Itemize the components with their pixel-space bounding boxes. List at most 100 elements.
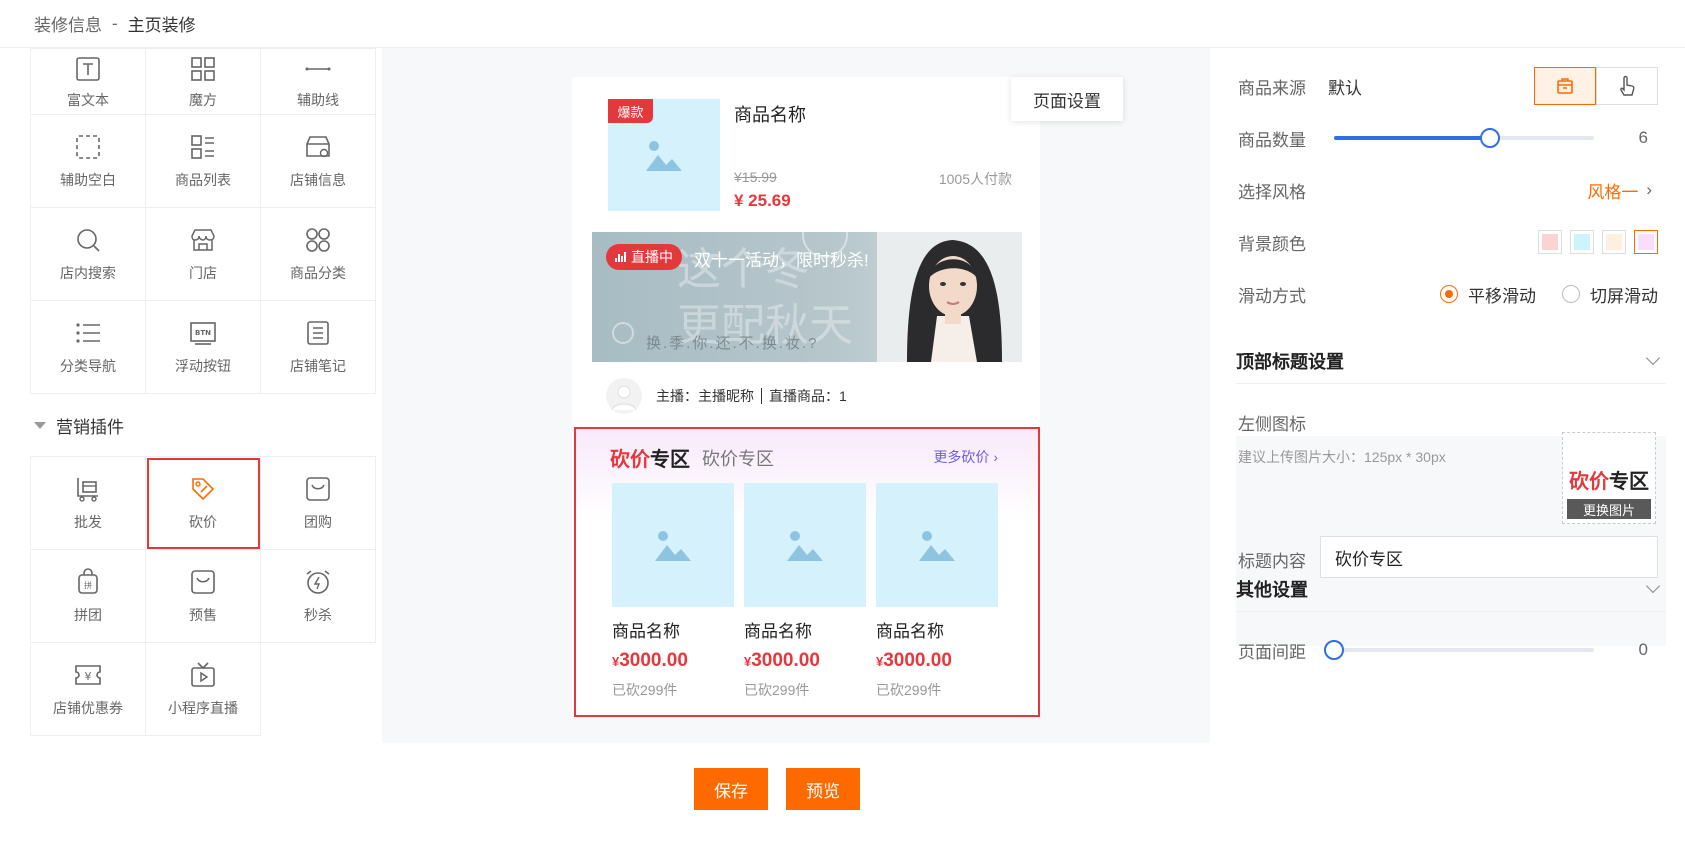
- more-bargain-link[interactable]: 更多砍价 ›: [933, 447, 998, 467]
- manual-source-button[interactable]: [1596, 67, 1658, 105]
- product-card[interactable]: 爆款 商品名称 ¥15.99 1005人付款 ¥ 25.69: [608, 99, 1012, 214]
- component-pintuan[interactable]: 拼 拼团: [31, 550, 146, 643]
- price-value: 3000.00: [619, 650, 688, 671]
- component-rich-text[interactable]: 富文本: [31, 49, 146, 115]
- page-margin-label: 页面间距: [1238, 642, 1306, 662]
- swatch-fill: [1574, 234, 1590, 250]
- avatar: [606, 378, 642, 414]
- component-wholesale[interactable]: 批发: [31, 457, 146, 550]
- component-store[interactable]: 门店: [146, 208, 261, 301]
- slider-knob[interactable]: [1324, 640, 1344, 660]
- component-label: 魔方: [189, 91, 217, 108]
- marketing-group-title: 营销插件: [56, 417, 124, 437]
- component-presale[interactable]: 预售: [146, 550, 261, 643]
- bargain-logo: 砍价专区: [610, 443, 690, 472]
- chevron-right-icon: ›: [1646, 180, 1652, 199]
- bargain-item-name: 商品名称: [612, 622, 680, 641]
- top-title-section-header[interactable]: 顶部标题设置: [1236, 338, 1666, 384]
- component-blank-space[interactable]: 辅助空白: [31, 115, 146, 208]
- color-swatch[interactable]: [1538, 230, 1562, 254]
- save-button[interactable]: 保存: [694, 768, 768, 810]
- product-name: 商品名称: [734, 105, 806, 125]
- left-icon-upload[interactable]: 砍价专区 更换图片: [1562, 432, 1656, 524]
- color-swatch[interactable]: [1570, 230, 1594, 254]
- component-label: 富文本: [67, 91, 109, 108]
- image-placeholder-icon: [646, 141, 682, 171]
- mini-live-tv-icon: [188, 660, 218, 690]
- marketing-group-toggle[interactable]: 营销插件: [30, 394, 376, 456]
- bargain-item[interactable]: 商品名称 ¥3000.00 已砍299件: [876, 483, 998, 700]
- slider-knob[interactable]: [1480, 128, 1500, 148]
- left-icon-label: 左侧图标: [1238, 414, 1306, 434]
- flash-sale-alarm-icon: [303, 567, 333, 597]
- bargain-zone-module[interactable]: 砍价专区 砍价专区 更多砍价 › 商品名称 ¥3000.00 已砍299件 商品…: [574, 427, 1040, 717]
- swatch-fill: [1606, 234, 1622, 250]
- component-product-list[interactable]: 商品列表: [146, 115, 261, 208]
- component-float-button[interactable]: BTN 浮动按钮: [146, 301, 261, 394]
- bargain-item-cut: 已砍299件: [744, 682, 810, 698]
- logo-a: 砍价: [1569, 471, 1609, 493]
- caret-down-icon: [34, 421, 46, 429]
- component-shop-coupon[interactable]: ¥ 店铺优惠券: [31, 643, 146, 736]
- component-group-buy[interactable]: 团购: [261, 457, 376, 550]
- svg-text:BTN: BTN: [195, 329, 211, 337]
- price-value: 3000.00: [751, 650, 820, 671]
- component-label: 辅助线: [297, 91, 339, 108]
- page-margin-value: 0: [1638, 640, 1648, 659]
- radio-label: 切屏滑动: [1590, 286, 1658, 306]
- component-magic-cube[interactable]: 魔方: [146, 49, 261, 115]
- bargain-item-name: 商品名称: [876, 622, 944, 641]
- source-mode-toggle: [1534, 67, 1658, 105]
- bargain-item[interactable]: 商品名称 ¥3000.00 已砍299件: [612, 483, 734, 700]
- component-divider-line[interactable]: 辅助线: [261, 49, 376, 115]
- count-slider[interactable]: [1334, 128, 1594, 148]
- bargain-item-price: ¥3000.00: [876, 650, 998, 672]
- color-swatch[interactable]: [1602, 230, 1626, 254]
- page-setting-button[interactable]: 页面设置: [1011, 77, 1123, 121]
- marketing-component-grid: 批发 砍价 团购 拼 拼团 预售 秒杀 ¥ 店铺优惠券 小程序直播: [30, 456, 376, 736]
- price-value: 3000.00: [883, 650, 952, 671]
- product-image-placeholder: [876, 483, 998, 607]
- bargain-item[interactable]: 商品名称 ¥3000.00 已砍299件: [744, 483, 866, 700]
- color-swatch[interactable]: [1634, 230, 1658, 254]
- component-in-shop-search[interactable]: 店内搜索: [31, 208, 146, 301]
- component-product-category[interactable]: 商品分类: [261, 208, 376, 301]
- style-row[interactable]: 选择风格 风格一 ›: [1238, 170, 1658, 210]
- bargain-logo-preview: 砍价专区: [1569, 465, 1649, 494]
- scroll-option-slide[interactable]: 平移滑动: [1440, 282, 1536, 307]
- image-placeholder-icon: [919, 531, 955, 561]
- component-flash-sale[interactable]: 秒杀: [261, 550, 376, 643]
- component-mini-program-live[interactable]: 小程序直播: [146, 643, 261, 736]
- wholesale-icon: [73, 474, 103, 504]
- change-image-button[interactable]: 更换图片: [1567, 499, 1651, 519]
- chevron-down-icon: [1645, 350, 1661, 365]
- component-shop-info[interactable]: 店铺信息: [261, 115, 376, 208]
- shop-info-icon: [303, 132, 333, 162]
- section-title: 顶部标题设置: [1236, 351, 1344, 372]
- breadcrumb-parent[interactable]: 装修信息: [34, 11, 102, 36]
- live-bars-icon: [615, 252, 626, 262]
- scroll-option-page[interactable]: 切屏滑动: [1562, 282, 1658, 307]
- bg-color-row: 背景颜色: [1238, 222, 1658, 262]
- product-image-placeholder: [744, 483, 866, 607]
- product-image-placeholder: [612, 483, 734, 607]
- component-bargain[interactable]: 砍价: [146, 457, 261, 550]
- product-price: ¥ 25.69: [734, 191, 791, 210]
- component-category-nav[interactable]: 分类导航: [31, 301, 146, 394]
- bargain-items: 商品名称 ¥3000.00 已砍299件 商品名称 ¥3000.00 已砍299…: [612, 483, 998, 700]
- product-paid-count: 1005人付款: [938, 171, 1012, 187]
- chevron-down-icon: [1645, 578, 1661, 593]
- swatch-fill: [1542, 234, 1558, 250]
- live-banner[interactable]: 这个冬 更配秋天 换.季.你.还.不.换.妆.? 直播中 双十一活动，限时秒杀!: [592, 232, 1022, 362]
- svg-text:¥: ¥: [85, 670, 92, 683]
- component-shop-notes[interactable]: 店铺笔记: [261, 301, 376, 394]
- auto-source-button[interactable]: [1534, 67, 1596, 105]
- page-margin-slider[interactable]: [1324, 640, 1594, 660]
- divider: [761, 388, 762, 404]
- title-content-input[interactable]: [1320, 536, 1658, 578]
- radio-dot: [1440, 285, 1458, 303]
- preview-button[interactable]: 预览: [786, 768, 860, 810]
- component-label: 浮动按钮: [175, 358, 231, 374]
- style-label: 选择风格: [1238, 182, 1306, 202]
- blank-space-icon: [73, 132, 103, 162]
